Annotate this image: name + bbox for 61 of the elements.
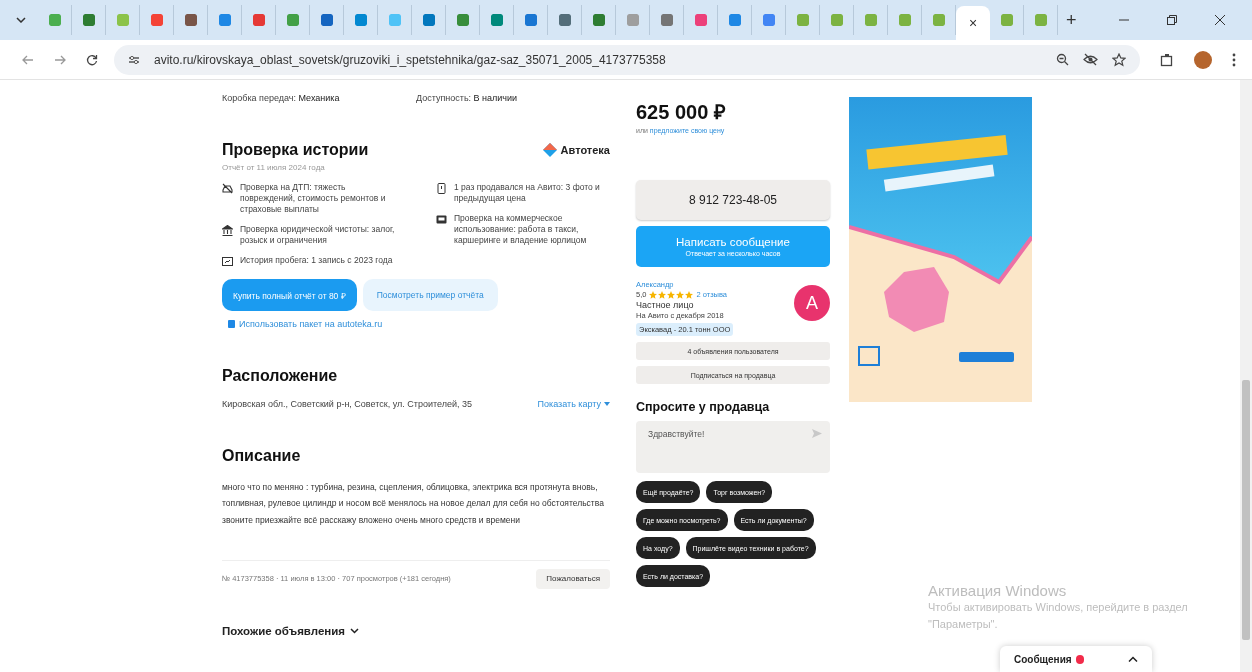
forward-icon[interactable] (54, 53, 66, 66)
new-tab-button[interactable]: + (1066, 9, 1077, 31)
chevron-up-icon[interactable] (1128, 656, 1138, 662)
report-date: Отчёт от 11 июля 2024 года (222, 163, 326, 172)
odometer-icon (222, 256, 233, 268)
address-text: Кировская обл., Советский р-н, Советск, ул. Строителей, 35 (222, 399, 472, 410)
check-item-text: Проверка на ДТП: тяжесть повреждений, стоимость ремонтов и страховые выплаты (240, 182, 387, 216)
taxi-icon (436, 214, 447, 226)
star-icon (685, 290, 694, 299)
close-icon[interactable] (1214, 14, 1226, 26)
description-text: много что по меняно : турбина, резина, сцепления, облицовка, электрика вся протянута вновь, топливная, рулевое цилиндр и носом всё менялось на новое делал для себя но обстоятельства звоните приезжайте всё расскажу вложено очень много средств и времени (222, 481, 605, 527)
caret-down-icon[interactable] (604, 402, 610, 407)
car-crash-icon (222, 183, 233, 194)
star-icon[interactable] (1112, 52, 1126, 67)
seller-type-text: Частное лицо (636, 300, 695, 310)
address-field[interactable]: avito.ru/kirovskaya_oblast_sovetsk/gruzoviki_i_spetstehnika/gaz-saz_35071_2005_4173775358 (114, 44, 1140, 75)
chevron-down-icon[interactable] (350, 627, 360, 634)
spec-text: Коробка передач: Механика (222, 93, 341, 103)
bank-icon (222, 225, 233, 237)
report-button[interactable]: Пожаловаться (536, 568, 610, 589)
more-icon[interactable] (1232, 52, 1236, 67)
autoteka-logo-icon (542, 143, 557, 157)
phone-button[interactable]: 8 912 723-48-05 (636, 180, 830, 220)
star-icon (649, 290, 658, 299)
check-item-text: 1 раз продавался на Авито: 3 фото и предыдущая цена (454, 182, 601, 205)
brand-name: Автотека (560, 144, 610, 156)
scrollbar-drawing[interactable] (1240, 80, 1252, 672)
close-tab-icon[interactable]: × (968, 15, 978, 31)
restore-icon[interactable] (1166, 14, 1178, 26)
section-heading: Расположение (222, 367, 339, 386)
star-icon (658, 290, 667, 299)
back-icon[interactable] (22, 53, 34, 66)
show-map-link[interactable]: Показать карту (537, 399, 601, 410)
message-field[interactable]: Здравствуйте! (636, 421, 830, 473)
zoom-icon[interactable] (1056, 53, 1069, 66)
messages-bar[interactable]: Сообщения (1000, 646, 1152, 672)
section-heading: Проверка истории (222, 141, 369, 159)
site-settings-icon[interactable] (128, 53, 140, 66)
check-item-text: Проверка юридической чистоты: залог, розыск и ограничения (240, 224, 396, 247)
browser-tab[interactable]: × (956, 6, 990, 40)
similar-ads-heading[interactable]: Похожие объявления (222, 624, 346, 637)
reload-icon[interactable] (86, 53, 98, 66)
check-item-text: История пробега: 1 запись с 2023 года (240, 255, 393, 267)
star-icon (667, 290, 676, 299)
profile-avatar[interactable] (1194, 50, 1212, 69)
phone-icon (436, 183, 447, 194)
spec-text: Доступность: В наличии (416, 93, 519, 103)
ask-seller-heading: Спросите у продавца (636, 400, 771, 414)
url-text: avito.ru/kirovskaya_oblast_sovetsk/gruzoviki_i_spetstehnika/gaz-saz_35071_2005_4173775358 (154, 52, 666, 67)
eye-crossed-icon[interactable] (1083, 53, 1098, 66)
windows-activation-text: Чтобы активировать Windows, перейдите в раздел "Параметры". (928, 600, 1189, 633)
seller-avatar[interactable]: А (794, 285, 830, 321)
package-link[interactable]: Использовать пакет на autoteka.ru (239, 319, 383, 330)
star-icon (676, 290, 685, 299)
check-item-text: Проверка на коммерческое использование: работа в такси, каршеринге и владение юрлицом (454, 213, 588, 247)
extensions-icon[interactable] (1160, 52, 1174, 67)
windows-activation-title: Активация Windows (928, 582, 1068, 599)
ad-banner-placeholder[interactable] (849, 97, 1032, 402)
section-heading: Описание (222, 447, 302, 466)
price-text: 625 000 ₽ (636, 100, 727, 125)
package-icon (228, 320, 235, 329)
